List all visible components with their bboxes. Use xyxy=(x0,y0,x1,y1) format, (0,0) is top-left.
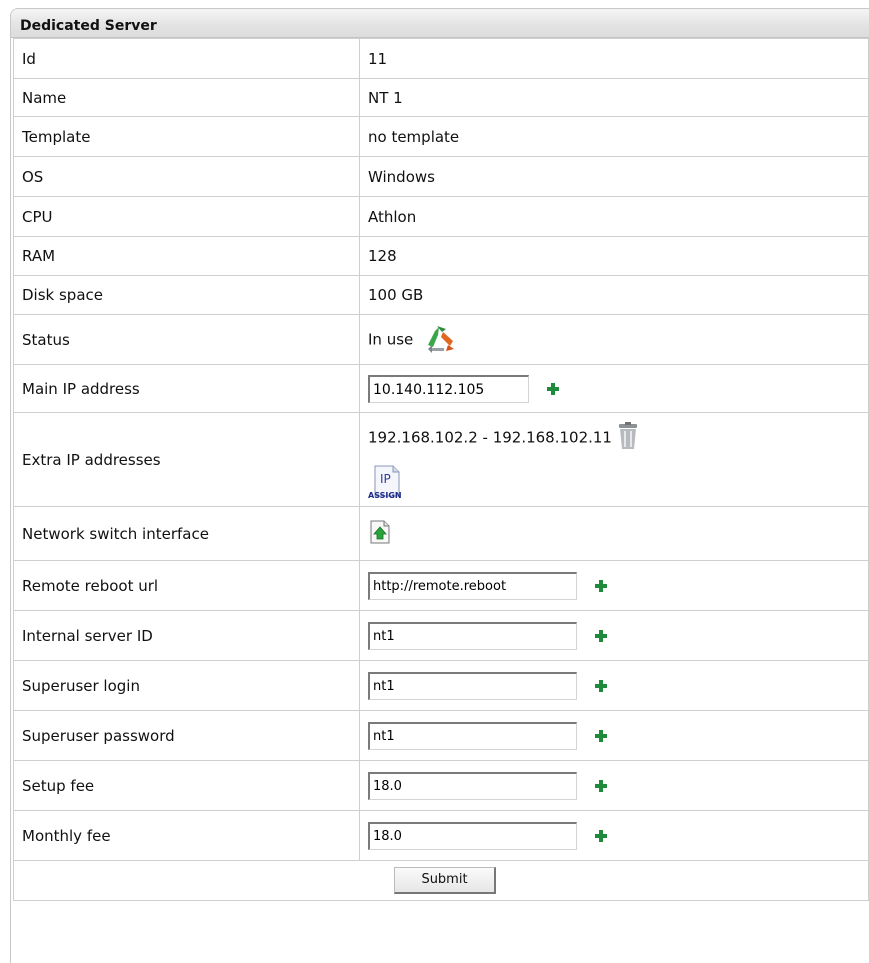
label-os: OS xyxy=(13,156,360,197)
value-name: NT 1 xyxy=(359,78,869,117)
row-extra-ip: Extra IP addresses 192.168.102.2 - 192.1… xyxy=(13,412,869,507)
value-status-cell: In use xyxy=(359,314,869,365)
extra-ip-line: 192.168.102.2 - 192.168.102.11 xyxy=(368,421,868,454)
row-remote-reboot: Remote reboot url http://remote.reboot xyxy=(13,560,869,611)
value-main-ip-cell: 10.140.112.105 xyxy=(359,364,869,413)
label-setup-fee: Setup fee xyxy=(13,760,360,811)
label-remote-reboot: Remote reboot url xyxy=(13,560,360,611)
row-disk-space: Disk space 100 GB xyxy=(13,275,869,315)
row-setup-fee: Setup fee 18.0 xyxy=(13,760,869,811)
label-disk-space: Disk space xyxy=(13,275,360,315)
add-superuser-login-icon[interactable] xyxy=(594,679,608,693)
ip-assign-bottom-text: ASSIGN xyxy=(368,491,402,500)
value-internal-id-cell: nt1 xyxy=(359,610,869,661)
value-id: 11 xyxy=(359,38,869,79)
label-superuser-login: Superuser login xyxy=(13,660,360,711)
label-monthly-fee: Monthly fee xyxy=(13,810,360,861)
value-cpu: Athlon xyxy=(359,196,869,237)
label-internal-id: Internal server ID xyxy=(13,610,360,661)
label-network-switch: Network switch interface xyxy=(13,506,360,561)
label-template: Template xyxy=(13,116,360,157)
value-superuser-login-cell: nt1 xyxy=(359,660,869,711)
monthly-fee-field[interactable]: 18.0 xyxy=(368,821,577,850)
row-id: Id 11 xyxy=(13,38,869,79)
row-superuser-login: Superuser login nt1 xyxy=(13,660,869,711)
row-os: OS Windows xyxy=(13,156,869,197)
value-network-switch-cell xyxy=(359,506,869,561)
value-template: no template xyxy=(359,116,869,157)
row-monthly-fee: Monthly fee 18.0 xyxy=(13,810,869,861)
value-disk-space: 100 GB xyxy=(359,275,869,315)
row-network-switch: Network switch interface xyxy=(13,506,869,561)
row-internal-id: Internal server ID nt1 xyxy=(13,610,869,661)
superuser-password-field[interactable]: nt1 xyxy=(368,721,577,750)
setup-fee-field[interactable]: 18.0 xyxy=(368,771,577,800)
add-monthly-fee-icon[interactable] xyxy=(594,829,608,843)
ip-assign-top-text: IP xyxy=(380,472,391,486)
value-os: Windows xyxy=(359,156,869,197)
label-status: Status xyxy=(13,314,360,365)
row-cpu: CPU Athlon xyxy=(13,196,869,237)
label-main-ip: Main IP address xyxy=(13,364,360,413)
remote-reboot-url-field[interactable]: http://remote.reboot xyxy=(368,571,577,600)
value-ram: 128 xyxy=(359,236,869,276)
ip-assign-icon[interactable]: IP ASSIGN xyxy=(368,464,408,504)
row-ram: RAM 128 xyxy=(13,236,869,276)
status-in-use-icon[interactable] xyxy=(424,323,456,357)
value-remote-reboot-cell: http://remote.reboot xyxy=(359,560,869,611)
add-internal-id-icon[interactable] xyxy=(594,629,608,643)
submit-cell: Submit xyxy=(13,860,869,901)
label-id: Id xyxy=(13,38,360,79)
value-extra-ip-cell: 192.168.102.2 - 192.168.102.11 IP ASSIGN xyxy=(359,412,869,507)
row-submit: Submit xyxy=(13,860,869,901)
extra-ip-range: 192.168.102.2 - 192.168.102.11 xyxy=(368,428,612,446)
main-ip-field[interactable]: 10.140.112.105 xyxy=(368,374,529,403)
add-setup-fee-icon[interactable] xyxy=(594,779,608,793)
add-remote-reboot-icon[interactable] xyxy=(594,579,608,593)
row-name: Name NT 1 xyxy=(13,78,869,117)
superuser-login-field[interactable]: nt1 xyxy=(368,671,577,700)
panel-title: Dedicated Server xyxy=(11,9,869,38)
label-extra-ip: Extra IP addresses xyxy=(13,412,360,507)
label-cpu: CPU xyxy=(13,196,360,237)
trash-icon[interactable] xyxy=(617,421,639,454)
row-template: Template no template xyxy=(13,116,869,157)
row-status: Status In use xyxy=(13,314,869,365)
row-superuser-password: Superuser password nt1 xyxy=(13,710,869,761)
row-main-ip: Main IP address 10.140.112.105 xyxy=(13,364,869,413)
add-main-ip-icon[interactable] xyxy=(546,382,560,396)
dedicated-server-panel: Dedicated Server Id 11 Name NT 1 Templat… xyxy=(10,8,869,963)
value-status: In use xyxy=(368,330,414,348)
internal-server-id-field[interactable]: nt1 xyxy=(368,621,577,650)
value-monthly-fee-cell: 18.0 xyxy=(359,810,869,861)
submit-button[interactable]: Submit xyxy=(394,867,496,894)
document-up-arrow-icon[interactable] xyxy=(368,519,392,549)
label-superuser-password: Superuser password xyxy=(13,710,360,761)
server-info-table: Id 11 Name NT 1 Template no template OS … xyxy=(13,38,869,901)
add-superuser-password-icon[interactable] xyxy=(594,729,608,743)
label-ram: RAM xyxy=(13,236,360,276)
value-setup-fee-cell: 18.0 xyxy=(359,760,869,811)
value-superuser-password-cell: nt1 xyxy=(359,710,869,761)
label-name: Name xyxy=(13,78,360,117)
